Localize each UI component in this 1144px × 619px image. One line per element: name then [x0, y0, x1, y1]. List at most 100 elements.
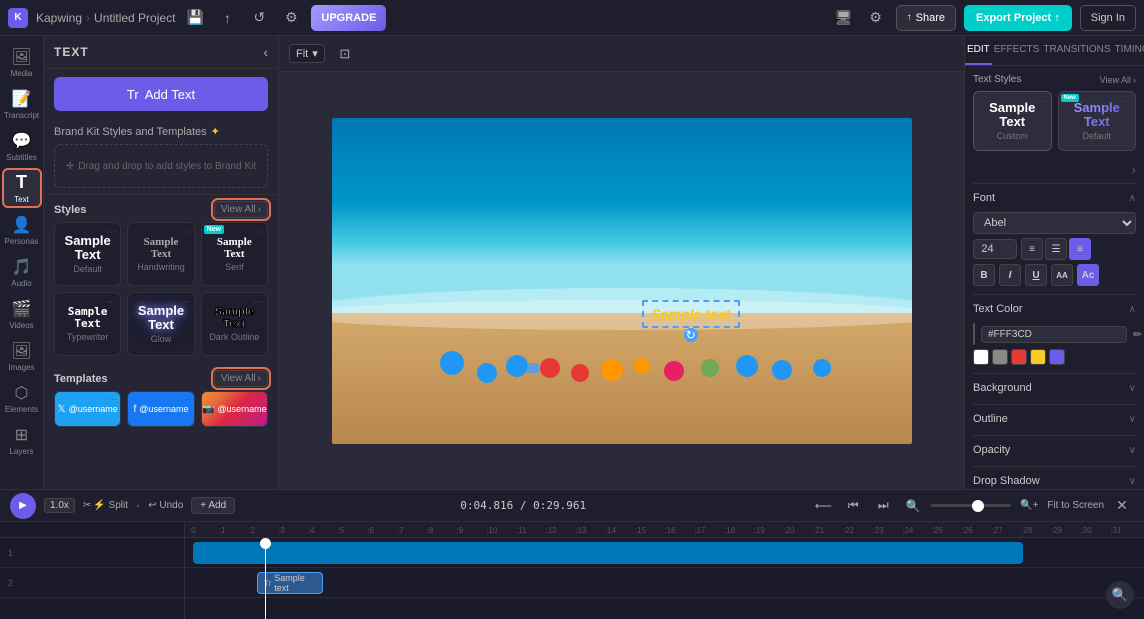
- template-item-twitter[interactable]: 𝕏 @username ⋯: [54, 391, 121, 427]
- color-swatch[interactable]: [973, 323, 975, 345]
- sidebar-item-personas[interactable]: 👤 Personas: [2, 210, 42, 250]
- color-preset-gray[interactable]: [992, 349, 1008, 365]
- zoom-out-icon[interactable]: 🔍: [901, 494, 925, 518]
- drop-shadow-header[interactable]: Drop Shadow ∨: [973, 473, 1136, 489]
- color-preset-red[interactable]: [1011, 349, 1027, 365]
- underline-button[interactable]: U: [1025, 264, 1047, 286]
- play-button[interactable]: ▶: [10, 493, 36, 519]
- highlight-button[interactable]: Ac: [1077, 264, 1099, 286]
- template-item-facebook[interactable]: f @username ⋯: [127, 391, 194, 427]
- text-color-header[interactable]: Text Color ∧: [973, 301, 1136, 317]
- zoom-slider[interactable]: [931, 504, 1011, 507]
- tab-timing[interactable]: TIMING: [1113, 36, 1144, 65]
- ts-card-custom[interactable]: ⋯ SampleText Custom: [973, 91, 1052, 151]
- align-left-button[interactable]: ≡: [1021, 238, 1043, 260]
- speed-badge[interactable]: 1.0x: [44, 498, 75, 513]
- ts-card-default[interactable]: New ⋯ SampleText Default: [1058, 91, 1137, 151]
- align-right-button[interactable]: ≡: [1069, 238, 1091, 260]
- upgrade-button[interactable]: UPGRADE: [311, 5, 386, 31]
- outline-header[interactable]: Outline ∨: [973, 411, 1136, 427]
- fit-to-screen-button[interactable]: Fit to Screen: [1047, 500, 1104, 511]
- ts-carousel-chevron[interactable]: ›: [1131, 161, 1136, 177]
- uppercase-button[interactable]: AA: [1051, 264, 1073, 286]
- style-dots-icon[interactable]: ⋯: [180, 227, 190, 238]
- settings-icon[interactable]: ⚙: [279, 6, 303, 30]
- tab-transitions[interactable]: TRANSITIONS: [1041, 36, 1112, 65]
- save-icon[interactable]: 💾: [183, 6, 207, 30]
- color-preset-purple[interactable]: [1049, 349, 1065, 365]
- style-dots-icon[interactable]: ⋯: [106, 297, 116, 308]
- style-item-glow[interactable]: ⋯ SampleText Glow: [127, 292, 194, 356]
- fit-dropdown[interactable]: Fit ▾: [289, 44, 325, 63]
- opacity-header[interactable]: Opacity ∨: [973, 442, 1136, 458]
- sidebar-item-transcript[interactable]: 📝 Transcript: [2, 84, 42, 124]
- ts-dots-icon[interactable]: ⋯: [1121, 96, 1131, 107]
- playhead[interactable]: [265, 538, 266, 619]
- align-center-button[interactable]: ☰: [1045, 238, 1067, 260]
- italic-button[interactable]: I: [999, 264, 1021, 286]
- text-styles-view-all[interactable]: View All ›: [1100, 75, 1136, 85]
- template-item-instagram[interactable]: 📷 @username ⋯: [201, 391, 268, 427]
- timeline-skip-end[interactable]: ⏭: [871, 494, 895, 518]
- style-item-serif[interactable]: New ⋯ SampleText Serif: [201, 222, 268, 286]
- canvas-frame[interactable]: Sample text ↻: [332, 118, 912, 444]
- monitor-icon[interactable]: 🖥: [832, 6, 856, 30]
- font-size-input[interactable]: [973, 239, 1017, 259]
- add-button[interactable]: + Add: [191, 497, 235, 514]
- rotate-handle[interactable]: ↻: [684, 328, 698, 342]
- color-hex-input[interactable]: [981, 326, 1127, 343]
- brand-logo[interactable]: K: [8, 8, 28, 28]
- add-text-button[interactable]: Tr Add Text: [54, 77, 268, 111]
- bold-button[interactable]: B: [973, 264, 995, 286]
- timeline-skip-start[interactable]: ⏮: [841, 494, 865, 518]
- color-edit-button[interactable]: ✏: [1133, 328, 1142, 341]
- tab-edit[interactable]: EDIT: [965, 36, 992, 65]
- font-select[interactable]: Abel: [973, 212, 1136, 234]
- style-dots-icon[interactable]: ⋯: [106, 227, 116, 238]
- signin-button[interactable]: Sign In: [1080, 5, 1136, 31]
- style-dots-icon[interactable]: ⋯: [253, 297, 263, 308]
- color-preset-white[interactable]: [973, 349, 989, 365]
- gear-icon[interactable]: ⚙: [864, 6, 888, 30]
- timeline-back-button[interactable]: ⟵: [811, 494, 835, 518]
- color-preset-yellow[interactable]: [1030, 349, 1046, 365]
- sidebar-item-videos[interactable]: 🎬 Videos: [2, 294, 42, 334]
- template-dots-icon[interactable]: ⋯: [255, 394, 264, 405]
- undo-button[interactable]: ↩ Undo: [148, 500, 183, 511]
- sidebar-item-elements[interactable]: ⬡ Elements: [2, 378, 42, 418]
- style-item-dark-outline[interactable]: ⋯ SampleText Dark Outline: [201, 292, 268, 356]
- style-item-default[interactable]: ⋯ SampleText Default: [54, 222, 121, 286]
- style-dots-icon[interactable]: ⋯: [253, 227, 263, 238]
- share-button[interactable]: ↑ Share: [896, 5, 956, 31]
- sidebar-item-layers[interactable]: ⊞ Layers: [2, 420, 42, 460]
- background-header[interactable]: Background ∨: [973, 380, 1136, 396]
- upload-icon[interactable]: ↑: [215, 6, 239, 30]
- templates-view-all-button[interactable]: View All ›: [214, 370, 268, 387]
- template-dots-icon[interactable]: ⋯: [108, 394, 117, 405]
- sidebar-item-text[interactable]: T Text: [2, 168, 42, 208]
- history-icon[interactable]: ↺: [247, 6, 271, 30]
- crop-icon[interactable]: ⊡: [333, 42, 357, 66]
- template-dots-icon[interactable]: ⋯: [182, 394, 191, 405]
- text-clip[interactable]: Tr Sample text: [257, 572, 323, 594]
- sidebar-item-images[interactable]: 🖼 Images: [2, 336, 42, 376]
- sidebar-item-audio[interactable]: 🎵 Audio: [2, 252, 42, 292]
- project-name[interactable]: Untitled Project: [94, 11, 175, 25]
- export-button[interactable]: Export Project ↑: [964, 5, 1072, 31]
- text-selection-box[interactable]: Sample text ↻: [642, 300, 741, 328]
- zoom-in-icon[interactable]: 🔍+: [1017, 494, 1041, 518]
- style-item-handwriting[interactable]: ⋯ SampleText Handwriting: [127, 222, 194, 286]
- search-button[interactable]: 🔍: [1106, 581, 1134, 609]
- ts-dots-icon[interactable]: ⋯: [1037, 96, 1047, 107]
- video-clip[interactable]: [193, 542, 1023, 564]
- collapse-panel-button[interactable]: ‹: [263, 44, 268, 60]
- style-item-typewriter[interactable]: ⋯ SampleText Typewriter: [54, 292, 121, 356]
- font-header[interactable]: Font ∧: [973, 190, 1136, 206]
- style-dots-icon[interactable]: ⋯: [180, 297, 190, 308]
- styles-view-all-button[interactable]: View All ›: [214, 201, 268, 218]
- tab-effects[interactable]: EFFECTS: [992, 36, 1042, 65]
- brand-kit-drop[interactable]: ✛ Drag and drop to add styles to Brand K…: [54, 144, 268, 188]
- split-button[interactable]: ✂ ⚡ Split: [83, 500, 128, 511]
- close-timeline-button[interactable]: ✕: [1110, 494, 1134, 518]
- sidebar-item-subtitles[interactable]: 💬 Subtitles: [2, 126, 42, 166]
